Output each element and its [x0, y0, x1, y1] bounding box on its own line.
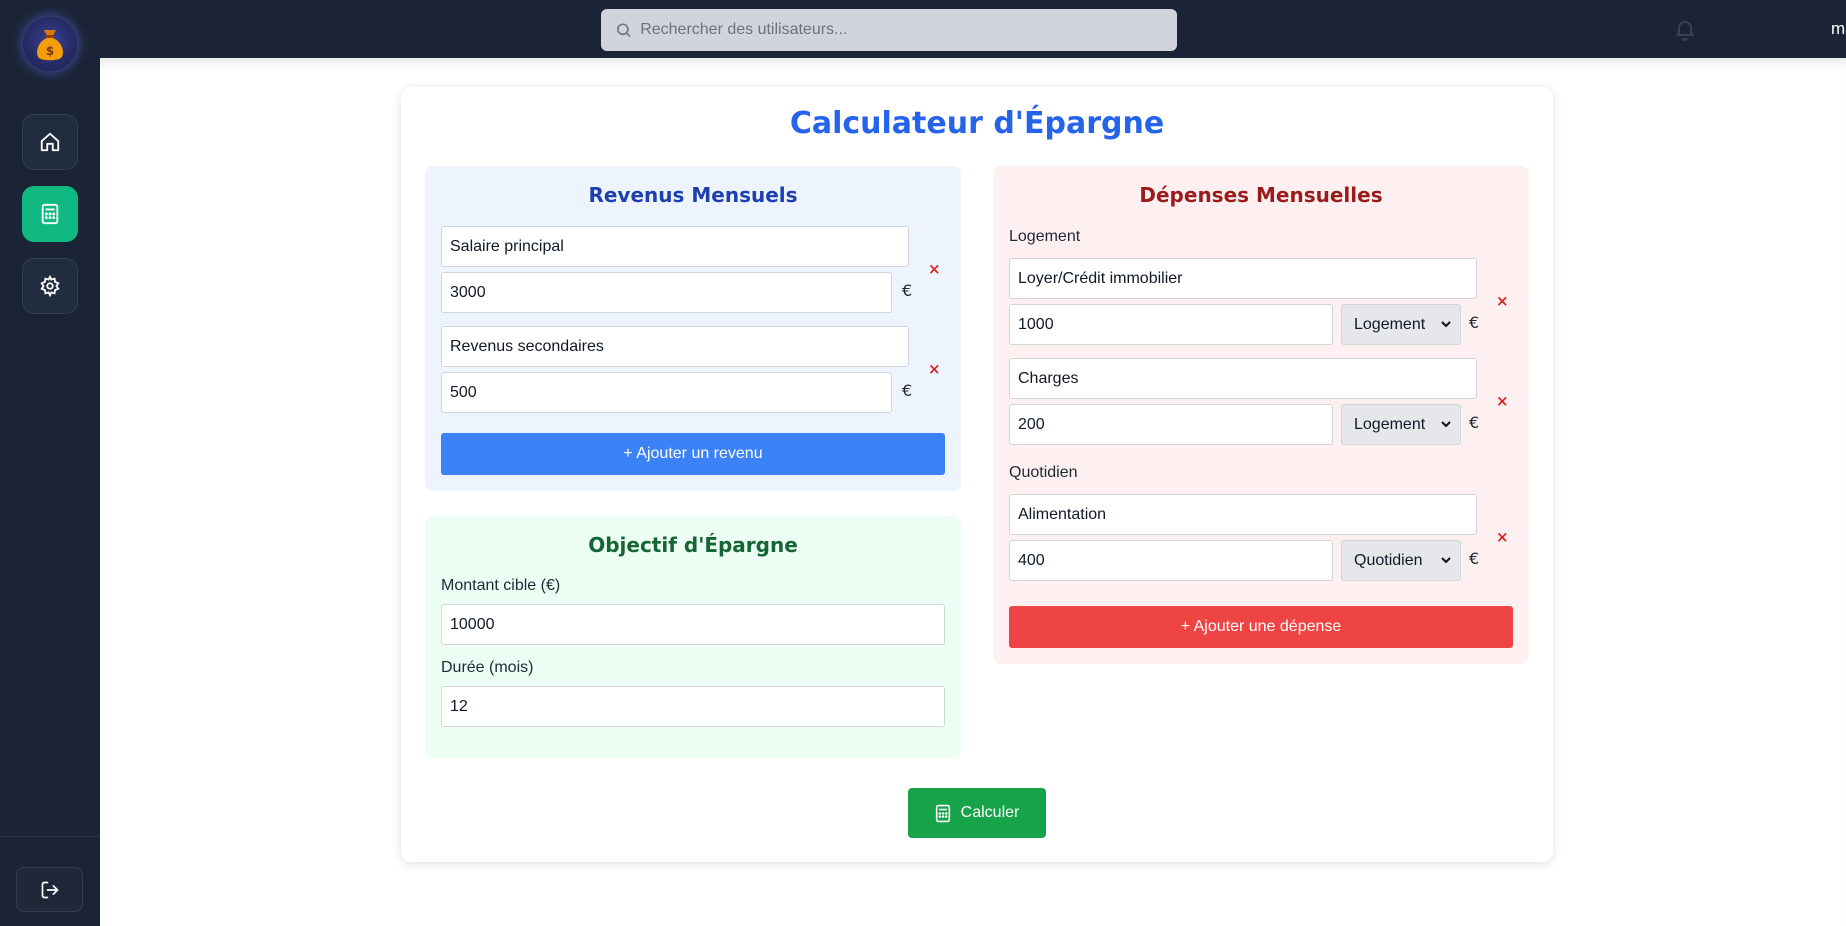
- logout-button[interactable]: [16, 867, 83, 912]
- expense-category-heading: Quotidien: [1009, 464, 1078, 481]
- search-box[interactable]: [601, 9, 1177, 51]
- expense-category-heading: Logement: [1009, 228, 1081, 245]
- notification-bell-icon[interactable]: [1673, 17, 1697, 41]
- income-title: Revenus Mensuels: [588, 183, 798, 207]
- sidebar-divider: [0, 836, 100, 837]
- logout-icon: [41, 881, 58, 898]
- expense-amount-field[interactable]: 1000: [1009, 304, 1333, 345]
- target-amount-label: Montant cible (€): [441, 577, 561, 594]
- gear-icon: [40, 275, 60, 297]
- duration-label: Durée (mois): [441, 659, 534, 676]
- remove-expense-button[interactable]: ×: [1496, 392, 1509, 410]
- select-value: Logement: [1354, 315, 1426, 333]
- duration-field[interactable]: 12: [441, 686, 945, 727]
- remove-expense-button[interactable]: ×: [1496, 528, 1509, 546]
- home-icon: [40, 132, 60, 152]
- expenses-title: Dépenses Mensuelles: [1139, 183, 1383, 207]
- expense-amount-field[interactable]: 200: [1009, 404, 1333, 445]
- expenses-panel: Dépenses Mensuelles Logement Loyer/Crédi…: [993, 166, 1529, 664]
- add-expense-button[interactable]: + Ajouter une dépense: [1009, 606, 1513, 648]
- search-icon: [617, 23, 631, 38]
- top-bar: manar: [100, 0, 1846, 58]
- income-amount-field[interactable]: 3000: [441, 272, 892, 313]
- expense-category-select[interactable]: Logement: [1341, 404, 1461, 445]
- expense-category-select[interactable]: Quotidien: [1341, 540, 1461, 581]
- home-nav-button[interactable]: [22, 114, 78, 170]
- currency-symbol: €: [1469, 313, 1480, 332]
- income-panel: Revenus Mensuels Salaire principal 3000 …: [425, 166, 961, 491]
- calculator-icon: [41, 203, 59, 225]
- calculator-card: Calculateur d'Épargne Revenus Mensuels S…: [401, 87, 1553, 862]
- remove-income-button[interactable]: ×: [928, 260, 941, 278]
- username[interactable]: manar: [1831, 19, 1846, 39]
- chevron-down-icon: [1441, 557, 1451, 564]
- savings-goal-panel: Objectif d'Épargne Montant cible (€) 100…: [425, 516, 961, 758]
- settings-nav-button[interactable]: [22, 258, 78, 314]
- remove-income-button[interactable]: ×: [928, 360, 941, 378]
- page-title: Calculateur d'Épargne: [789, 106, 1165, 141]
- calculator-icon: [935, 804, 950, 822]
- target-amount-field[interactable]: 10000: [441, 604, 945, 645]
- calculate-label: Calculer: [960, 804, 1020, 821]
- expense-category-select[interactable]: Logement: [1341, 304, 1461, 345]
- chevron-down-icon: [1441, 321, 1451, 328]
- currency-symbol: €: [1469, 413, 1480, 432]
- chevron-down-icon: [1441, 421, 1451, 428]
- money-bag-logo-icon[interactable]: $: [23, 17, 77, 71]
- calculate-button[interactable]: Calculer: [908, 788, 1046, 838]
- select-value: Logement: [1354, 415, 1426, 433]
- add-income-button[interactable]: + Ajouter un revenu: [441, 433, 945, 475]
- select-value: Quotidien: [1354, 551, 1423, 569]
- goal-title: Objectif d'Épargne: [588, 533, 798, 557]
- svg-text:$: $: [46, 44, 54, 58]
- expense-name-field[interactable]: Charges: [1009, 358, 1477, 399]
- currency-symbol: €: [1469, 549, 1480, 568]
- currency-symbol: €: [902, 381, 913, 400]
- sidebar: $: [0, 0, 100, 926]
- expense-name-field[interactable]: Loyer/Crédit immobilier: [1009, 258, 1477, 299]
- remove-expense-button[interactable]: ×: [1496, 292, 1509, 310]
- search-input[interactable]: [640, 21, 1177, 39]
- income-name-field[interactable]: Salaire principal: [441, 226, 909, 267]
- expense-amount-field[interactable]: 400: [1009, 540, 1333, 581]
- currency-symbol: €: [902, 281, 913, 300]
- income-name-field[interactable]: Revenus secondaires: [441, 326, 909, 367]
- income-amount-field[interactable]: 500: [441, 372, 892, 413]
- calculator-nav-button[interactable]: [22, 186, 78, 242]
- expense-name-field[interactable]: Alimentation: [1009, 494, 1477, 535]
